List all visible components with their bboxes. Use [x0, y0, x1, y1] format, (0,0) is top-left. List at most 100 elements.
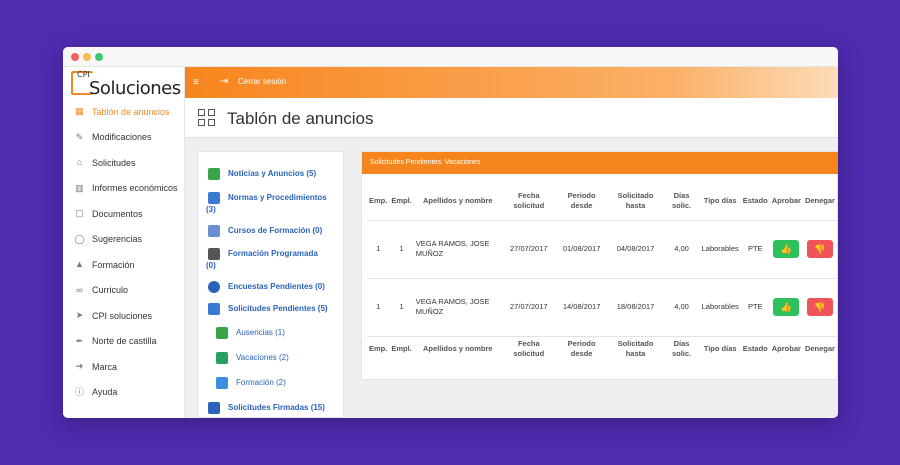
maximize-window-button[interactable] — [95, 53, 103, 61]
logo-cpi-text: CPI — [77, 70, 90, 79]
column-header[interactable]: Emp. — [367, 182, 389, 220]
column-header[interactable]: Fecha solicitud — [501, 335, 556, 362]
cell-emp: 1 — [367, 219, 390, 278]
table-header-row: Emp. Empl. Apellidos y nombre Fecha solicit… — [367, 182, 837, 220]
signed-icon — [208, 402, 220, 414]
document-icon: ▢ — [75, 208, 84, 219]
column-header[interactable]: Denegar — [802, 335, 837, 362]
sidebar-item-cpi-soluciones[interactable]: ➤ CPI soluciones — [63, 303, 184, 329]
sidebar-item-label: Ayuda — [92, 387, 118, 398]
pending-requests-panel: Solicitudes Pendientes: Vacaciones Emp. E… — [361, 151, 838, 380]
close-window-button[interactable] — [71, 53, 79, 61]
announcement-label: Cursos de Formación (0) — [228, 226, 323, 235]
cell-approve: 👍 — [769, 277, 803, 336]
hamburger-menu-icon[interactable]: ≡ — [193, 77, 199, 88]
sidebar-item-curriculo[interactable]: ∞ Curriculo — [63, 278, 184, 304]
deny-button[interactable]: 👎 — [806, 298, 833, 316]
logo-name-text: Soluciones — [89, 78, 181, 99]
column-header[interactable]: Solicitado hasta — [607, 335, 664, 362]
sidebar-item-informes-econ-micos[interactable]: ▥ Informes económicos — [63, 176, 184, 202]
sidebar-item-solicitudes[interactable]: ⌂ Solicitudes — [63, 150, 184, 176]
user-absence-icon — [216, 327, 228, 339]
sidebar-item-label: Documentos — [92, 208, 143, 219]
sidebar: CPI Soluciones ▦ Tablón de anuncios ✎ Modif… — [63, 67, 185, 418]
column-header[interactable]: Días solic. — [663, 335, 700, 362]
sidebar-item-label: Modificaciones — [92, 132, 152, 143]
table-body: 1 1 VEGA RAMOS, JOSE MUÑOZ 27/07/2017 01/08/… — [367, 219, 837, 336]
cell-dias: 4,00 — [663, 277, 700, 336]
approve-button[interactable]: 👍 — [773, 240, 800, 258]
map-icon — [216, 352, 228, 364]
cell-name: VEGA RAMOS, JOSE MUÑOZ — [413, 277, 502, 336]
sidebar-item-documentos[interactable]: ▢ Documentos — [63, 201, 184, 227]
cell-deny: 👎 — [802, 219, 837, 278]
announcements-panel: Noticias y Anuncios (5) Normas y Procedim… — [197, 151, 344, 418]
approve-button[interactable]: 👍 — [773, 298, 800, 316]
cell-hasta: 18/08/2017 — [607, 277, 664, 336]
column-header[interactable]: Periodo desde — [555, 335, 608, 362]
dashboard-grid-icon — [198, 109, 216, 127]
column-header[interactable]: Apellidos y nombre — [413, 335, 502, 362]
logout-icon[interactable]: ⇥ — [220, 76, 228, 87]
edit-icon: ✎ — [75, 131, 84, 142]
cell-empl: 1 — [389, 219, 414, 278]
column-header[interactable]: Aprobar — [770, 182, 803, 220]
column-header[interactable]: Emp. — [367, 335, 390, 362]
column-header[interactable]: Tipo días — [699, 335, 741, 362]
logout-link[interactable]: Cerrar sesión — [238, 77, 286, 86]
cell-approve: 👍 — [769, 219, 803, 278]
minimize-window-button[interactable] — [83, 53, 91, 61]
sidebar-item-modificaciones[interactable]: ✎ Modificaciones — [63, 125, 184, 151]
board-icon: ▦ — [75, 106, 84, 117]
column-header[interactable]: Fecha solicitud — [502, 182, 556, 220]
cell-dias: 4,00 — [663, 219, 700, 278]
cell-estado: PTE — [740, 219, 770, 278]
cell-emp: 1 — [367, 277, 390, 336]
announcement-label: Formación (2) — [236, 378, 286, 387]
page-header: Tablón de anuncios — [185, 98, 838, 138]
page-title: Tablón de anuncios — [227, 109, 374, 128]
column-header[interactable]: Empl. — [389, 335, 414, 362]
sidebar-item-label: Formación — [92, 259, 135, 270]
column-header[interactable]: Denegar — [803, 182, 837, 220]
chat-bubble-icon: ◯ — [74, 233, 85, 244]
sidebar-item-label: Informes económicos — [92, 183, 178, 194]
announcement-label: Noticias y Anuncios (5) — [228, 169, 317, 178]
cell-hasta: 04/08/2017 — [607, 219, 664, 278]
top-bar: ≡ ⇥ Cerrar sesión — [185, 67, 838, 98]
column-header[interactable]: Estado — [741, 182, 770, 220]
column-header[interactable]: Aprobar — [769, 335, 803, 362]
sidebar-item-label: Norte de castilla — [92, 336, 157, 347]
main-content: Tablón de anuncios Noticias y Anuncios (… — [185, 98, 838, 418]
sidebar-item-formaci-n[interactable]: ▲ Formación — [63, 252, 184, 278]
deny-button[interactable]: 👎 — [806, 240, 833, 258]
cell-estado: PTE — [740, 277, 770, 336]
calendar-icon — [208, 248, 220, 260]
requests-table: Emp. Empl. Apellidos y nombre Fecha solicit… — [367, 182, 837, 362]
column-header[interactable]: Apellidos y nombre — [414, 182, 502, 220]
column-header[interactable]: Empl. — [389, 182, 413, 220]
column-header[interactable]: Estado — [740, 335, 770, 362]
sidebar-item-marca[interactable]: ➔ Marca — [63, 354, 184, 380]
column-header[interactable]: Días solic. — [663, 182, 699, 220]
column-header[interactable]: Periodo desde — [556, 182, 608, 220]
sidebar-menu: ▦ Tablón de anuncios ✎ Modificaciones ⌂ Solic… — [63, 99, 184, 405]
cell-tipo: Laborables — [699, 277, 741, 336]
sidebar-item-label: Curriculo — [92, 285, 129, 296]
diploma-icon — [216, 377, 228, 389]
sidebar-item-norte-de-castilla[interactable]: ✒ Norte de castilla — [63, 329, 184, 355]
announcement-label: Formación Programada — [228, 249, 318, 258]
brand-logo[interactable]: CPI Soluciones — [67, 69, 183, 99]
column-header[interactable]: Solicitado hasta — [608, 182, 664, 220]
cell-desde: 14/08/2017 — [555, 277, 608, 336]
sidebar-item-sugerencias[interactable]: ◯ Sugerencias — [63, 227, 184, 253]
table-row: 1 1 VEGA RAMOS, JOSE MUÑOZ 27/07/2017 01/08/… — [367, 219, 837, 278]
column-header[interactable]: Tipo días — [700, 182, 741, 220]
sidebar-item-tabl-n-de-anuncios[interactable]: ▦ Tablón de anuncios — [63, 99, 184, 125]
window-titlebar — [63, 47, 838, 67]
app-window: CPI Soluciones ▦ Tablón de anuncios ✎ Modif… — [63, 47, 838, 418]
inbox-icon: ⌂ — [76, 157, 83, 168]
info-circle-icon: ⓘ — [75, 386, 85, 397]
graduation-cap-icon: ▲ — [75, 259, 84, 270]
sidebar-item-ayuda[interactable]: ⓘ Ayuda — [63, 380, 184, 406]
